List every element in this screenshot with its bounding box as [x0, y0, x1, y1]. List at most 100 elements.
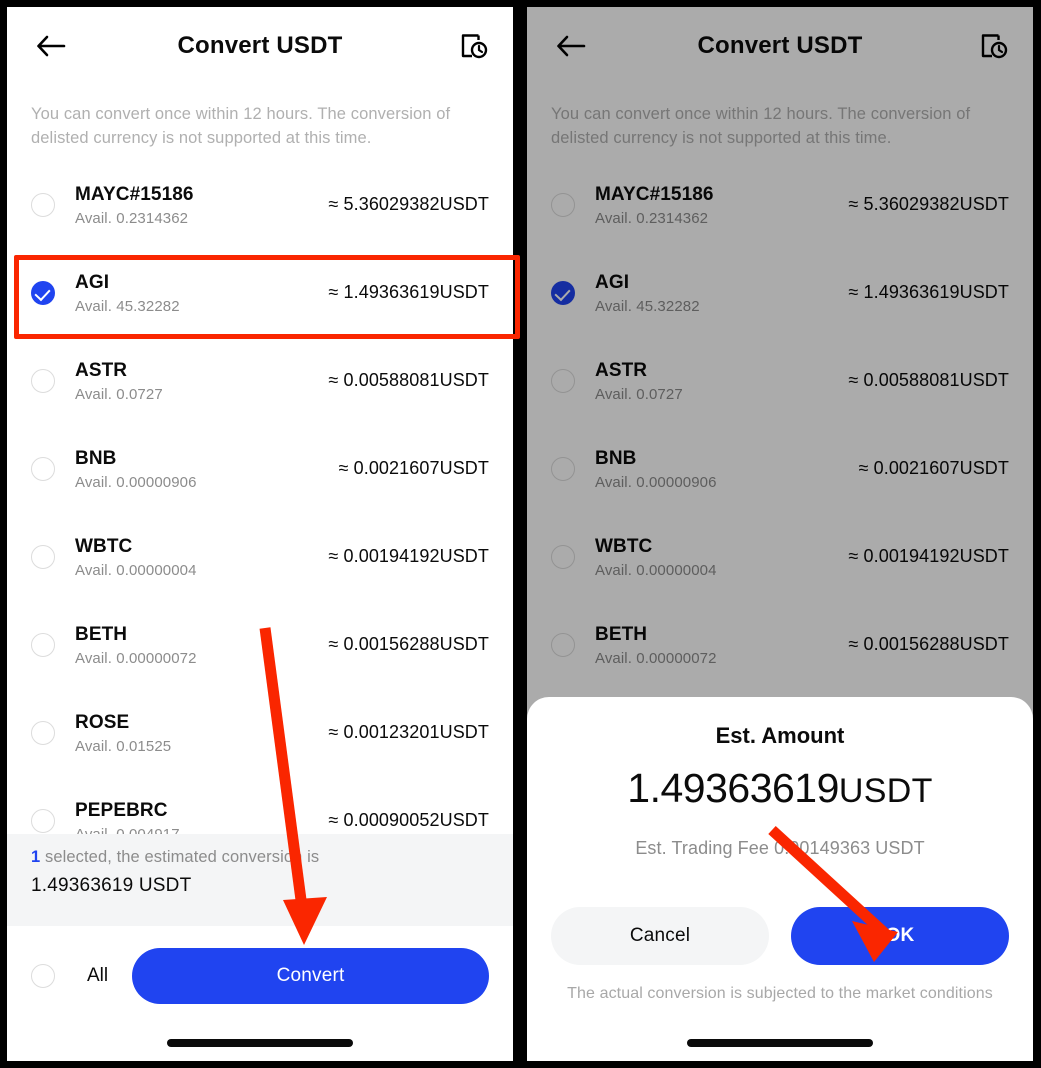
coin-available: Avail. 0.00000004	[595, 561, 717, 579]
coin-list-right: MAYC#15186 Avail. 0.2314362 ≈ 5.36029382…	[527, 161, 1033, 777]
app-header: Convert USDT	[7, 7, 513, 85]
coin-estimated-value: ≈ 0.00194192USDT	[328, 546, 489, 567]
list-item[interactable]: ASTR Avail. 0.0727 ≈ 0.00588081USDT	[7, 337, 513, 425]
conversion-notice: You can convert once within 12 hours. Th…	[551, 105, 971, 147]
bottom-action-bar: All Convert	[7, 926, 513, 1026]
coin-checkbox	[551, 192, 575, 217]
coin-info: BNB Avail. 0.00000906	[75, 447, 339, 491]
coin-info: AGI Avail. 45.32282	[595, 271, 848, 315]
coin-name: BNB	[595, 447, 637, 469]
coin-name: ASTR	[75, 359, 128, 381]
coin-list-left[interactable]: MAYC#15186 Avail. 0.2314362 ≈ 5.36029382…	[7, 161, 513, 865]
coin-name: ASTR	[595, 359, 648, 381]
coin-info: ASTR Avail. 0.0727	[595, 359, 848, 403]
coin-info: ROSE Avail. 0.01525	[75, 711, 328, 755]
coin-available: Avail. 0.00000072	[595, 649, 717, 667]
coin-name: BETH	[595, 623, 648, 645]
select-all-label: All	[87, 965, 109, 986]
coin-estimated-value: ≈ 0.00123201USDT	[328, 722, 489, 743]
coin-available: Avail. 0.00000906	[75, 473, 197, 491]
coin-checkbox[interactable]	[31, 720, 55, 745]
phone-screen-left: Convert USDT You can convert once within…	[7, 7, 513, 1061]
list-item: MAYC#15186 Avail. 0.2314362 ≈ 5.36029382…	[527, 161, 1033, 249]
coin-checkbox	[551, 280, 575, 305]
coin-info: ASTR Avail. 0.0727	[75, 359, 328, 403]
coin-name: WBTC	[75, 535, 133, 557]
ok-button[interactable]: OK	[791, 907, 1009, 965]
dialog-title: Est. Amount	[715, 723, 845, 748]
dialog-footnote: The actual conversion is subjected to th…	[567, 985, 993, 1002]
coin-estimated-value: ≈ 0.0021607USDT	[338, 458, 489, 479]
page-title: Convert USDT	[697, 32, 863, 59]
coin-available: Avail. 0.00000004	[75, 561, 197, 579]
select-all-checkbox[interactable]	[31, 964, 55, 988]
list-item[interactable]: BNB Avail. 0.00000906 ≈ 0.0021607USDT	[7, 425, 513, 513]
coin-name: BETH	[75, 623, 128, 645]
coin-info: BNB Avail. 0.00000906	[595, 447, 859, 491]
summary-label: selected, the estimated conversion is	[40, 848, 320, 866]
coin-info: WBTC Avail. 0.00000004	[75, 535, 328, 579]
coin-checkbox[interactable]	[31, 192, 55, 217]
transaction-history-icon[interactable]	[455, 28, 491, 64]
select-all-control[interactable]: All	[31, 964, 108, 988]
dialog-amount-number: 1.49363619	[627, 765, 839, 811]
coin-info: MAYC#15186 Avail. 0.2314362	[75, 183, 328, 227]
list-item: WBTC Avail. 0.00000004 ≈ 0.00194192USDT	[527, 513, 1033, 601]
coin-name: MAYC#15186	[75, 183, 194, 205]
coin-available: Avail. 0.2314362	[75, 209, 189, 227]
list-item[interactable]: WBTC Avail. 0.00000004 ≈ 0.00194192USDT	[7, 513, 513, 601]
dialog-amount: 1.49363619USDT	[551, 765, 1009, 812]
dialog-amount-unit: USDT	[838, 772, 933, 810]
coin-estimated-value: ≈ 5.36029382USDT	[848, 194, 1009, 215]
coin-checkbox[interactable]	[31, 632, 55, 657]
coin-info: WBTC Avail. 0.00000004	[595, 535, 848, 579]
coin-checkbox	[551, 368, 575, 393]
coin-estimated-value: ≈ 0.00588081USDT	[848, 370, 1009, 391]
back-arrow-icon[interactable]	[29, 24, 73, 68]
coin-info: AGI Avail. 45.32282	[75, 271, 328, 315]
confirmation-dialog: Est. Amount 1.49363619USDT Est. Trading …	[527, 697, 1033, 1061]
coin-name: BNB	[75, 447, 117, 469]
coin-checkbox[interactable]	[31, 280, 55, 305]
coin-info: BETH Avail. 0.00000072	[595, 623, 848, 667]
transaction-history-icon[interactable]	[975, 28, 1011, 64]
list-item: BETH Avail. 0.00000072 ≈ 0.00156288USDT	[527, 601, 1033, 689]
selection-summary-bar: 1 selected, the estimated conversion is …	[7, 834, 513, 926]
selected-count: 1	[31, 848, 41, 866]
list-item[interactable]: BETH Avail. 0.00000072 ≈ 0.00156288USDT	[7, 601, 513, 689]
coin-estimated-value: ≈ 0.0021607USDT	[858, 458, 1009, 479]
coin-name: AGI	[595, 271, 630, 293]
coin-info: MAYC#15186 Avail. 0.2314362	[595, 183, 848, 227]
coin-estimated-value: ≈ 0.00156288USDT	[328, 634, 489, 655]
coin-checkbox[interactable]	[31, 456, 55, 481]
page-title: Convert USDT	[177, 32, 343, 59]
coin-estimated-value: ≈ 5.36029382USDT	[328, 194, 489, 215]
dialog-trading-fee: Est. Trading Fee 0.00149363 USDT	[635, 838, 925, 858]
coin-estimated-value: ≈ 0.00090052USDT	[328, 810, 489, 831]
screenshot-stage: Convert USDT You can convert once within…	[0, 0, 1041, 1068]
coin-name: AGI	[75, 271, 110, 293]
conversion-notice: You can convert once within 12 hours. Th…	[31, 105, 451, 147]
coin-available: Avail. 45.32282	[75, 297, 180, 315]
coin-checkbox	[551, 544, 575, 569]
coin-checkbox[interactable]	[31, 808, 55, 833]
app-header: Convert USDT	[527, 7, 1033, 85]
list-item: ASTR Avail. 0.0727 ≈ 0.00588081USDT	[527, 337, 1033, 425]
dialog-buttons: Cancel OK	[551, 907, 1009, 965]
list-item: BNB Avail. 0.00000906 ≈ 0.0021607USDT	[527, 425, 1033, 513]
list-item[interactable]: MAYC#15186 Avail. 0.2314362 ≈ 5.36029382…	[7, 161, 513, 249]
convert-button[interactable]: Convert	[132, 948, 489, 1004]
coin-checkbox	[551, 632, 575, 657]
coin-available: Avail. 0.2314362	[595, 209, 709, 227]
coin-checkbox[interactable]	[31, 368, 55, 393]
list-item[interactable]: AGI Avail. 45.32282 ≈ 1.49363619USDT	[7, 249, 513, 337]
coin-name: PEPEBRC	[75, 799, 168, 821]
cancel-button[interactable]: Cancel	[551, 907, 769, 965]
list-item[interactable]: ROSE Avail. 0.01525 ≈ 0.00123201USDT	[7, 689, 513, 777]
phone-screen-right: Convert USDT You can convert once within…	[527, 7, 1033, 1061]
back-arrow-icon[interactable]	[549, 24, 593, 68]
coin-checkbox	[551, 456, 575, 481]
summary-amount: 1.49363619 USDT	[31, 875, 192, 896]
list-item: AGI Avail. 45.32282 ≈ 1.49363619USDT	[527, 249, 1033, 337]
coin-checkbox[interactable]	[31, 544, 55, 569]
